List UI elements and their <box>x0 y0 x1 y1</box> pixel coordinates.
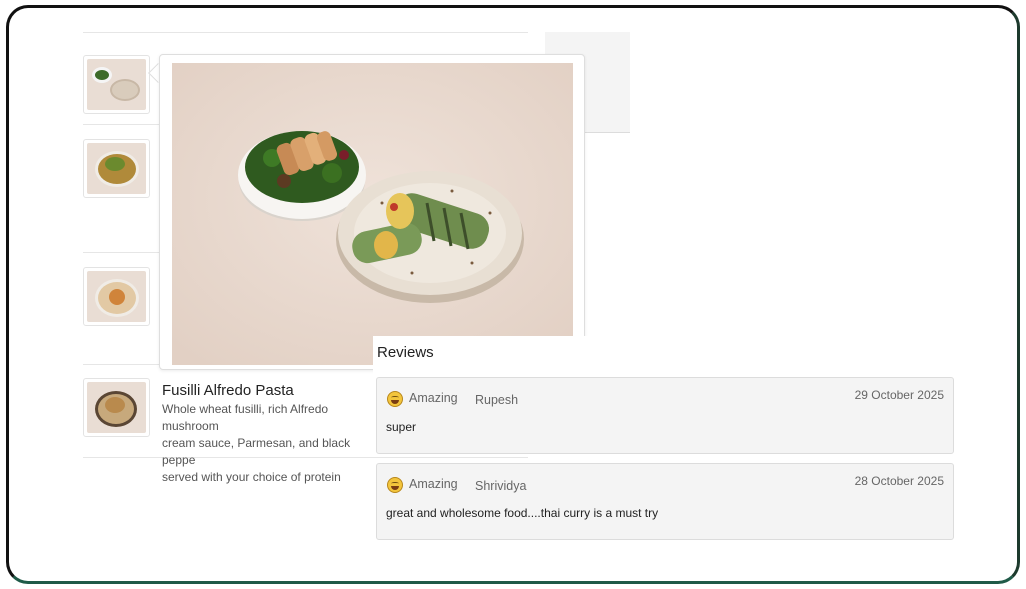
menu-item-name[interactable]: Fusilli Alfredo Pasta <box>162 382 294 399</box>
menu-item-description: Whole wheat fusilli, rich Alfredo mushro… <box>162 402 351 484</box>
menu-item-thumbnail[interactable] <box>83 139 150 198</box>
food-photo <box>172 63 573 365</box>
grinning-emoji-icon <box>387 391 403 407</box>
reviewer-name: Shrividya <box>475 479 527 493</box>
review-rating: Amazing <box>409 477 458 491</box>
review-card: Amazing Rupesh 29 October 2025 super <box>376 377 954 454</box>
grinning-emoji-icon <box>387 477 403 493</box>
review-date: 28 October 2025 <box>854 474 944 488</box>
menu-item-thumbnail[interactable] <box>83 378 150 437</box>
reviews-title: Reviews <box>377 344 434 361</box>
review-text: great and wholesome food....thai curry i… <box>386 506 659 520</box>
menu-item-thumbnail[interactable] <box>83 55 150 114</box>
reviews-header: Reviews <box>373 336 973 376</box>
review-card: Amazing Shrividya 28 October 2025 great … <box>376 463 954 540</box>
reviewer-name: Rupesh <box>475 393 519 407</box>
review-rating: Amazing <box>409 391 458 405</box>
image-preview-popover <box>159 54 585 370</box>
review-date: 29 October 2025 <box>854 388 944 402</box>
menu-item-thumbnail[interactable] <box>83 267 150 326</box>
review-text: super <box>386 420 417 434</box>
